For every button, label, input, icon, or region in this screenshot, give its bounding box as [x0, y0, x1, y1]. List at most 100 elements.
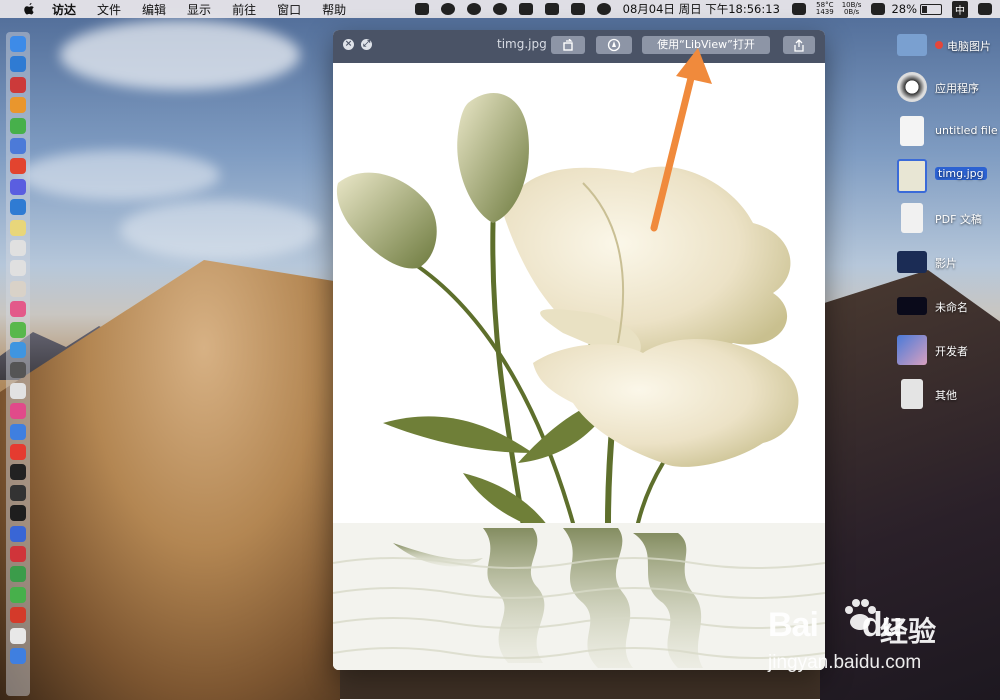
- desktop-item-label: untitled file: [935, 124, 998, 137]
- quicklook-toolbar: × ⤢ timg.jpg 使用“LibView”打开: [333, 30, 825, 63]
- flower-image: [333, 93, 825, 670]
- netease-music-dock-icon[interactable]: [10, 607, 26, 624]
- network-readout[interactable]: 10B/s 0B/s: [842, 2, 862, 16]
- desktop-item-label: 未命名: [935, 301, 968, 314]
- movies-icon: [897, 251, 927, 273]
- menu-edit[interactable]: 编辑: [142, 1, 166, 18]
- safari-dock-icon[interactable]: [10, 199, 26, 216]
- baidu-paw-icon: [845, 599, 876, 630]
- desktop-item-pdf[interactable]: PDF 文稿: [897, 203, 1000, 235]
- scan-dock-icon[interactable]: [10, 566, 26, 583]
- watermark-url: jingyan.baidu.com: [768, 652, 922, 673]
- globe-icon[interactable]: [596, 3, 611, 15]
- app-dock-icon[interactable]: [10, 178, 26, 195]
- sand-dune: [0, 260, 340, 700]
- itunes-dock-icon[interactable]: [10, 403, 26, 420]
- desktop-item-pictures[interactable]: 电脑图片: [897, 30, 1000, 62]
- fullscreen-icon[interactable]: ⤢: [361, 39, 372, 50]
- menu-view[interactable]: 显示: [187, 1, 211, 18]
- photos-app-dock-icon[interactable]: [10, 301, 26, 318]
- launchpad-dock-icon[interactable]: [10, 76, 26, 93]
- desktop-item-untitled-file[interactable]: untitled file: [897, 116, 1000, 148]
- desktop-item-label: 影片: [935, 257, 957, 270]
- desktop-item-label: 应用程序: [935, 82, 979, 95]
- android-dock-icon[interactable]: [10, 117, 26, 134]
- drive-icon: [901, 379, 923, 409]
- desktop-item-label: timg.jpg: [935, 167, 987, 180]
- applications-icon: [897, 72, 927, 102]
- menu-app-name[interactable]: 访达: [52, 1, 76, 18]
- desktop-item-movies[interactable]: 影片: [897, 247, 1000, 279]
- desktop-item-other[interactable]: 其他: [897, 379, 1000, 411]
- folder-dock-icon[interactable]: [10, 648, 26, 664]
- facetime-dock-icon[interactable]: [10, 342, 26, 358]
- rocket-dock-icon[interactable]: [10, 97, 26, 114]
- quicklook-title: timg.jpg: [497, 37, 547, 51]
- battery-icon[interactable]: [920, 3, 942, 15]
- globe-refresh-icon[interactable]: [466, 3, 481, 15]
- battery-fill: [922, 5, 927, 13]
- menu-window[interactable]: 窗口: [277, 1, 301, 18]
- console-dock-icon[interactable]: [10, 505, 26, 522]
- photos-dock-icon[interactable]: [10, 280, 26, 297]
- share-icon: [794, 39, 804, 52]
- desktop-item-label: 其他: [935, 389, 957, 402]
- app-dock-icon[interactable]: [10, 158, 26, 175]
- power-icon[interactable]: [544, 3, 559, 15]
- chrome-dock-icon[interactable]: [10, 138, 26, 154]
- dock: [6, 32, 30, 696]
- desktop-item-applications[interactable]: 应用程序: [897, 72, 1000, 104]
- cloud: [60, 20, 300, 90]
- siri-dock-icon[interactable]: [10, 56, 26, 73]
- menu-go[interactable]: 前往: [232, 1, 256, 18]
- watermark-brand-text: Bai: [768, 606, 819, 644]
- menu-help[interactable]: 帮助: [322, 1, 346, 18]
- tool-icon[interactable]: [791, 3, 806, 15]
- close-icon[interactable]: ×: [343, 39, 354, 50]
- temp-readout[interactable]: 58°C 1439: [816, 2, 834, 16]
- bell-icon[interactable]: [518, 3, 533, 15]
- input-method[interactable]: 中: [952, 0, 968, 18]
- menu-bar: 访达 文件 编辑 显示 前往 窗口 帮助 08月04日 周日 下午18:56:1…: [0, 0, 1000, 18]
- status-area: 08月04日 周日 下午18:56:13 58°C 1439 10B/s 0B/…: [409, 0, 1000, 18]
- ghost-icon[interactable]: [440, 3, 455, 15]
- app-store-dock-icon[interactable]: [10, 423, 26, 440]
- vivaldi-dock-icon[interactable]: [10, 444, 26, 460]
- untitled-icon: [897, 297, 927, 315]
- calendar-dock-icon[interactable]: [10, 240, 26, 256]
- desktop-item-timg[interactable]: timg.jpg: [897, 159, 1000, 193]
- messages-dock-icon[interactable]: [10, 321, 26, 338]
- rotate-button[interactable]: [551, 36, 585, 54]
- notes-dock-icon[interactable]: [10, 260, 26, 277]
- net-down: 0B/s: [843, 8, 860, 16]
- desktop-item-untitled[interactable]: 未命名: [897, 291, 1000, 323]
- red-tag-icon: [935, 41, 943, 49]
- menu-file[interactable]: 文件: [97, 1, 121, 18]
- cloud: [120, 200, 320, 260]
- calendar-icon[interactable]: [570, 3, 585, 15]
- disk-dock-icon[interactable]: [10, 382, 26, 399]
- finder-dock-icon[interactable]: [10, 36, 26, 52]
- apple-icon[interactable]: [22, 2, 36, 16]
- system-prefs-dock-icon[interactable]: [10, 362, 26, 379]
- terminal-dock-icon[interactable]: [10, 464, 26, 481]
- document-dock-icon[interactable]: [10, 627, 26, 644]
- desktop-item-developer[interactable]: 开发者: [897, 335, 1000, 367]
- clock[interactable]: 08月04日 周日 下午18:56:13: [623, 1, 780, 17]
- yandex-dock-icon[interactable]: [10, 546, 26, 562]
- menu-list-icon[interactable]: [978, 3, 992, 15]
- text-file-icon: [900, 116, 924, 146]
- download-icon[interactable]: [414, 3, 429, 15]
- markup-button[interactable]: [596, 36, 632, 54]
- share-button[interactable]: [783, 36, 815, 54]
- battery-percent[interactable]: 28%: [891, 2, 917, 16]
- app-dock-icon[interactable]: [10, 219, 26, 236]
- watermark-cn: 经验: [880, 615, 937, 648]
- cloud: [20, 150, 220, 200]
- wechat-dock-icon[interactable]: [10, 586, 26, 603]
- vpn-dock-icon[interactable]: [10, 525, 26, 542]
- activity-monitor-dock-icon[interactable]: [10, 484, 26, 501]
- dots-icon[interactable]: [492, 3, 507, 15]
- wifi-icon[interactable]: [871, 3, 886, 15]
- desktop-item-label: 开发者: [935, 345, 968, 358]
